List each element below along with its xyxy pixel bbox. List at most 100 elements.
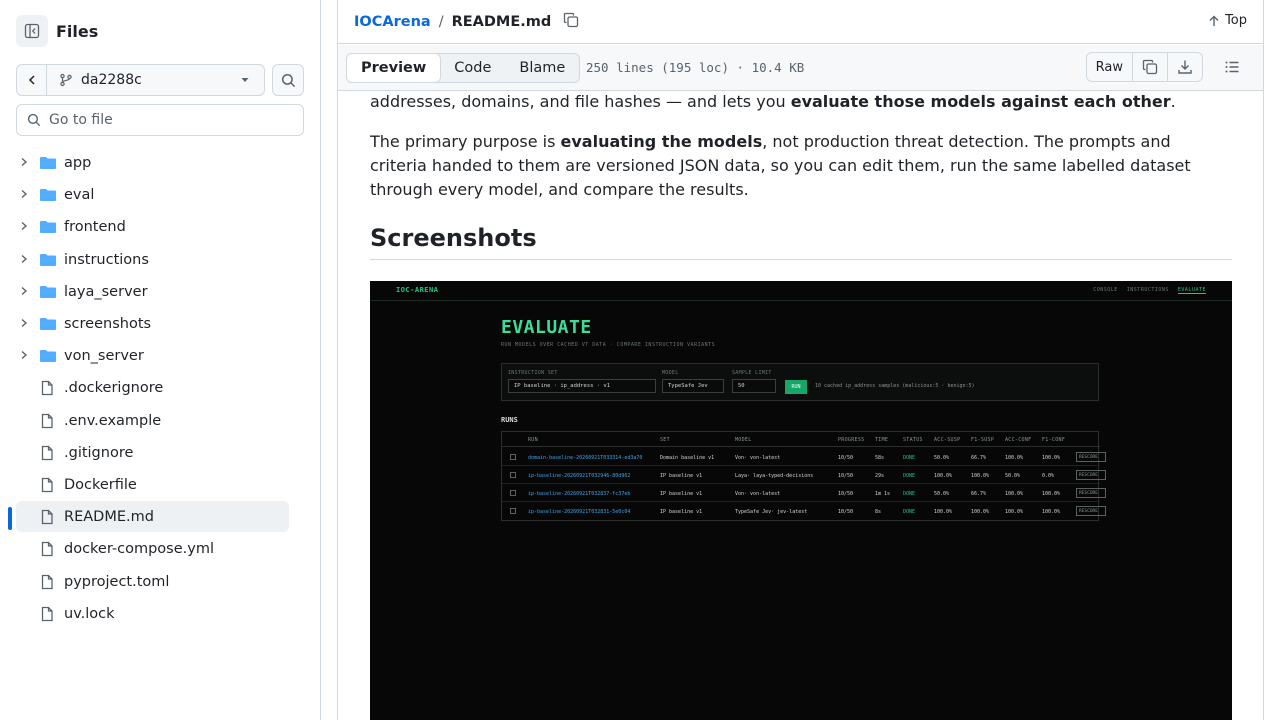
tree-item-pyproject[interactable]: pyproject.toml — [0, 565, 320, 597]
cell-acc-susp: 50.0% — [934, 455, 950, 461]
tree-item-screenshots[interactable]: screenshots — [0, 308, 320, 340]
back-to-top-link[interactable]: Top — [1208, 13, 1247, 28]
col-status: STATUS — [903, 437, 923, 443]
sidebar-title: Files — [56, 21, 99, 41]
chevron-right-icon — [21, 157, 28, 167]
sidebar-collapse-button[interactable] — [16, 15, 48, 47]
cell-f1-susp: 66.7% — [971, 491, 987, 497]
cell-progress: 10/50 — [838, 473, 854, 479]
file-meta: 250 lines (195 loc) · 10.4 KB — [586, 60, 805, 75]
model-select: TypeSafe Jev — [662, 379, 724, 393]
tree-item-laya-server[interactable]: laya_server — [0, 276, 320, 308]
embedded-screenshot[interactable]: IOC-ARENA CONSOLE INSTRUCTIONS EVALUATE … — [370, 281, 1232, 720]
embedded-nav-instructions: INSTRUCTIONS — [1126, 287, 1169, 293]
breadcrumb-repo-link[interactable]: IOCArena — [354, 14, 431, 30]
embedded-logo: IOC-ARENA — [396, 286, 439, 294]
search-icon — [27, 113, 41, 127]
folder-icon — [40, 221, 56, 234]
tab-blame[interactable]: Blame — [505, 54, 579, 82]
cell-progress: 10/50 — [838, 491, 854, 497]
outline-button[interactable] — [1217, 52, 1247, 82]
tree-item-eval[interactable]: eval — [0, 179, 320, 211]
file-tree-sidebar: Files da2288c Go to file app eval fronte… — [0, 0, 321, 720]
cell-model: Von· von-latest — [735, 455, 781, 461]
tree-item-label: frontend — [64, 219, 126, 236]
tree-item-env-example[interactable]: .env.example — [0, 405, 320, 437]
tree-item-gitignore[interactable]: .gitignore — [0, 437, 320, 469]
tab-preview[interactable]: Preview — [346, 53, 442, 83]
breadcrumb-separator: / — [438, 13, 444, 30]
copy-path-button[interactable] — [563, 12, 579, 32]
tree-item-readme[interactable]: README.md — [0, 501, 320, 533]
rescore-button: RESCORE — [1076, 488, 1106, 498]
cell-status: DONE — [903, 491, 916, 497]
instruction-select-value: IP baseline · ip_address · v1 — [514, 383, 611, 389]
raw-button[interactable]: Raw — [1087, 53, 1133, 81]
file-icon — [41, 477, 53, 493]
go-to-file-field[interactable] — [16, 104, 304, 136]
back-button[interactable] — [17, 65, 47, 95]
cell-f1-conf: 100.0% — [1042, 509, 1061, 515]
cell-status: DONE — [903, 509, 916, 515]
cell-model: Laya· laya-typed-decisions — [735, 473, 814, 479]
runs-heading: RUNS — [501, 416, 518, 424]
cell-acc-conf: 50.0% — [1005, 473, 1021, 479]
tree-item-label: eval — [64, 187, 95, 204]
col-time: TIME — [875, 437, 889, 443]
cell-time: 8s — [875, 509, 882, 515]
label-sample-limit: SAMPLE LIMIT — [732, 370, 772, 376]
cell-acc-conf: 100.0% — [1005, 455, 1024, 461]
breadcrumb-file: README.md — [451, 13, 552, 30]
chevron-right-icon — [21, 190, 28, 199]
chevron-right-icon — [21, 351, 28, 360]
col-f1-conf: F1-CONF — [1042, 437, 1066, 443]
chevron-right-icon — [21, 286, 28, 295]
tree-item-label: laya_server — [64, 283, 148, 300]
copy-icon — [564, 12, 579, 27]
tree-item-label: docker-compose.yml — [64, 541, 214, 558]
paragraph-text: addresses, domains, and file hashes — an… — [370, 92, 791, 111]
label-model: MODEL — [662, 370, 679, 376]
cell-run: domain-baseline-20260921T033314-ed3a70 — [528, 455, 643, 461]
cell-status: DONE — [903, 455, 916, 461]
download-button[interactable] — [1168, 53, 1202, 81]
go-to-file-input[interactable] — [49, 112, 279, 128]
copy-icon — [1142, 59, 1158, 75]
embedded-title: EVALUATE — [501, 317, 592, 338]
top-link-label: Top — [1225, 13, 1247, 28]
col-progress: PROGRESS — [838, 437, 865, 443]
tree-item-dockerfile[interactable]: Dockerfile — [0, 469, 320, 501]
folder-icon — [40, 285, 56, 298]
tree-item-instructions[interactable]: instructions — [0, 244, 320, 276]
copy-raw-button[interactable] — [1133, 53, 1168, 81]
folder-icon — [40, 318, 56, 331]
chevron-right-icon — [21, 222, 28, 231]
search-button[interactable] — [272, 64, 304, 96]
cell-f1-susp: 100.0% — [971, 509, 990, 515]
tab-code[interactable]: Code — [440, 54, 505, 82]
branch-selector[interactable]: da2288c — [16, 64, 265, 96]
tree-item-dockerignore[interactable]: .dockerignore — [0, 372, 320, 404]
file-icon — [41, 510, 53, 525]
cell-acc-susp: 100.0% — [934, 509, 953, 515]
file-tree: app eval frontend instructions laya_serv — [0, 147, 320, 630]
rescore-button: RESCORE — [1076, 506, 1106, 516]
row-checkbox — [510, 508, 516, 514]
file-icon — [41, 574, 53, 589]
cell-progress: 10/50 — [838, 509, 854, 515]
tree-item-uv-lock[interactable]: uv.lock — [0, 598, 320, 630]
search-icon — [281, 73, 295, 87]
embedded-run-form: INSTRUCTION SET MODEL SAMPLE LIMIT IP ba… — [501, 363, 1099, 401]
tree-item-docker-compose[interactable]: docker-compose.yml — [0, 533, 320, 565]
branch-dropdown[interactable]: da2288c — [47, 72, 264, 88]
folder-icon — [40, 253, 56, 266]
tree-item-von-server[interactable]: von_server — [0, 340, 320, 372]
file-viewer: IOCArena / README.md Top Preview Code Bl… — [337, 0, 1264, 720]
paragraph-bold: evaluate those models against each other — [790, 92, 1171, 111]
chevron-right-icon — [21, 318, 28, 327]
tree-item-app[interactable]: app — [0, 147, 320, 179]
table-header: RUN SET MODEL PROGRESS TIME STATUS ACC-S… — [502, 432, 1100, 447]
chevron-right-icon — [21, 254, 28, 263]
cell-set: IP baseline v1 — [660, 491, 703, 497]
tree-item-frontend[interactable]: frontend — [0, 211, 320, 243]
